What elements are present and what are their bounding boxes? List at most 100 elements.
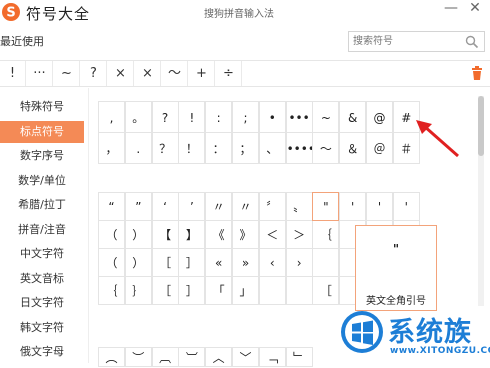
- recent-symbol[interactable]: ···: [27, 61, 53, 86]
- symbol-cell[interactable]: .: [124, 132, 152, 164]
- symbol-cell[interactable]: •••: [285, 101, 313, 133]
- symbol-cell[interactable]: ﹁: [258, 347, 286, 367]
- sidebar-item[interactable]: 特殊符号: [0, 96, 84, 118]
- symbol-cell[interactable]: ＜: [258, 220, 286, 249]
- sidebar-item[interactable]: 英文音标: [0, 268, 84, 290]
- search-input[interactable]: [353, 34, 453, 49]
- recent-symbol[interactable]: ×: [108, 61, 134, 86]
- trash-icon[interactable]: [470, 65, 484, 81]
- watermark-url: www.XITONGZU.COM: [390, 346, 490, 356]
- symbol-cell[interactable]: ）: [124, 220, 152, 249]
- symbol-cell[interactable]: （: [98, 220, 125, 249]
- symbol-cell[interactable]: ！: [178, 132, 206, 164]
- symbol-cell[interactable]: ︶: [124, 347, 152, 367]
- symbol-cell[interactable]: ': [339, 192, 367, 221]
- symbol-cell[interactable]: ？: [151, 132, 179, 164]
- symbol-cell[interactable]: ›: [285, 248, 313, 277]
- sidebar-item[interactable]: 中文字符: [0, 243, 84, 265]
- sidebar-item[interactable]: 俄文字母: [0, 341, 84, 363]
- symbol-cell[interactable]: [312, 248, 340, 277]
- symbol-cell[interactable]: ︵: [98, 347, 125, 367]
- symbol-cell[interactable]: 】: [178, 220, 206, 249]
- scroll-thumb[interactable]: [478, 96, 484, 156]
- symbol-cell[interactable]: ': [366, 192, 393, 221]
- symbol-cell[interactable]: ：: [205, 132, 233, 164]
- symbol-cell[interactable]: ］: [178, 276, 206, 305]
- symbol-cell[interactable]: ）: [124, 248, 152, 277]
- symbol-cell[interactable]: ；: [232, 132, 259, 164]
- sidebar-item[interactable]: 标点符号: [0, 120, 84, 143]
- symbol-cell[interactable]: ～: [312, 132, 340, 164]
- symbol-cell[interactable]: ︺: [178, 347, 206, 367]
- search-icon[interactable]: [465, 35, 479, 49]
- symbol-cell[interactable]: ［: [312, 276, 340, 305]
- symbol-cell[interactable]: 」: [232, 276, 259, 305]
- symbol-cell[interactable]: ': [392, 192, 420, 221]
- recent-symbol[interactable]: ?: [81, 61, 107, 86]
- symbol-cell[interactable]: ｛: [312, 220, 340, 249]
- sidebar-divider: [88, 88, 89, 363]
- symbol-cell[interactable]: “: [98, 192, 125, 221]
- symbol-cell[interactable]: ，: [98, 132, 125, 164]
- symbol-cell[interactable]: （: [98, 248, 125, 277]
- symbol-cell[interactable]: ［: [151, 248, 179, 277]
- recent-symbol[interactable]: +: [189, 61, 215, 86]
- symbol-cell[interactable]: ": [312, 192, 340, 221]
- symbol-cell[interactable]: «: [205, 248, 233, 277]
- search-box[interactable]: [348, 31, 485, 52]
- symbol-cell[interactable]: ︹: [151, 347, 179, 367]
- symbol-cell[interactable]: 「: [205, 276, 233, 305]
- symbol-cell[interactable]: ,: [98, 101, 125, 133]
- sidebar-item[interactable]: 数学/单位: [0, 170, 84, 192]
- recent-symbol[interactable]: ÷: [216, 61, 242, 86]
- symbol-cell[interactable]: ;: [232, 101, 259, 133]
- symbol-cell[interactable]: ••••••: [285, 132, 329, 164]
- symbol-cell[interactable]: [285, 276, 313, 305]
- symbol-cell[interactable]: ［: [151, 276, 179, 305]
- symbol-cell[interactable]: ‘: [151, 192, 179, 221]
- symbol-cell[interactable]: •: [258, 101, 286, 133]
- sidebar-item[interactable]: 日文字符: [0, 292, 84, 314]
- recent-symbol[interactable]: ～: [162, 61, 188, 86]
- minimize-button[interactable]: —: [442, 0, 460, 20]
- symbol-cell[interactable]: 〃: [232, 192, 259, 221]
- symbol-cell[interactable]: ︿: [205, 347, 233, 367]
- sidebar-item[interactable]: 拼音/注音: [0, 219, 84, 241]
- symbol-cell[interactable]: »: [232, 248, 259, 277]
- symbol-cell[interactable]: ”: [124, 192, 152, 221]
- symbol-cell[interactable]: &: [339, 101, 367, 133]
- symbol-cell[interactable]: ?: [151, 101, 179, 133]
- symbol-cell[interactable]: 〃: [205, 192, 233, 221]
- symbol-cell[interactable]: ｝: [124, 276, 152, 305]
- sidebar-item[interactable]: 希腊/拉丁: [0, 194, 84, 216]
- symbol-cell[interactable]: ‹: [258, 248, 286, 277]
- recent-symbol[interactable]: ~: [54, 61, 80, 86]
- symbol-cell[interactable]: ＠: [366, 132, 393, 164]
- symbol-cell[interactable]: ﹀: [232, 347, 259, 367]
- close-button[interactable]: ✕: [465, 0, 485, 20]
- symbol-cell[interactable]: ］: [178, 248, 206, 277]
- symbol-cell[interactable]: ﹂: [285, 347, 313, 367]
- symbol-cell[interactable]: 》: [232, 220, 259, 249]
- symbol-cell[interactable]: 【: [151, 220, 179, 249]
- recent-label: 最近使用: [0, 35, 44, 48]
- symbol-cell[interactable]: :: [205, 101, 233, 133]
- symbol-cell[interactable]: @: [366, 101, 393, 133]
- symbol-cell[interactable]: ＞: [285, 220, 313, 249]
- symbol-cell[interactable]: 《: [205, 220, 233, 249]
- scrollbar[interactable]: [478, 96, 484, 306]
- symbol-cell[interactable]: ’: [178, 192, 206, 221]
- symbol-cell[interactable]: ｛: [98, 276, 125, 305]
- symbol-cell[interactable]: 〟: [285, 192, 313, 221]
- sidebar-item[interactable]: 韩文字符: [0, 317, 84, 339]
- symbol-cell[interactable]: ＆: [339, 132, 367, 164]
- sidebar-item[interactable]: 数字序号: [0, 145, 84, 167]
- recent-symbol[interactable]: ×: [135, 61, 161, 86]
- symbol-cell[interactable]: 、: [258, 132, 286, 164]
- symbol-cell[interactable]: [258, 276, 286, 305]
- symbol-cell[interactable]: 〞: [258, 192, 286, 221]
- symbol-cell[interactable]: !: [178, 101, 206, 133]
- symbol-cell[interactable]: ~: [312, 101, 340, 133]
- symbol-cell[interactable]: 。: [124, 101, 152, 133]
- recent-symbol[interactable]: !: [0, 61, 26, 86]
